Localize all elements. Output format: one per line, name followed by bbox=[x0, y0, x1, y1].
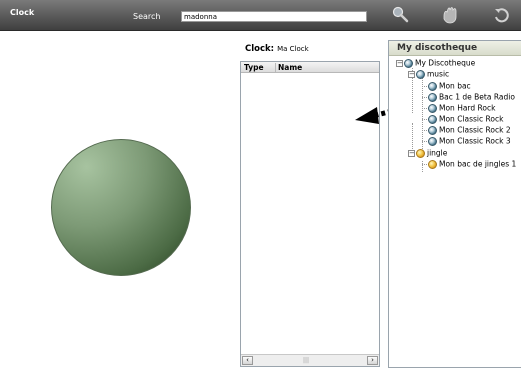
tree-connector bbox=[422, 119, 427, 120]
clock-name: Ma Clock bbox=[277, 45, 309, 53]
tree-node-label: music bbox=[427, 69, 450, 79]
tree-node-label: Mon Hard Rock bbox=[439, 103, 496, 113]
disc-icon bbox=[428, 114, 437, 124]
jingle-disc-icon bbox=[416, 148, 425, 158]
scroll-right-button[interactable]: › bbox=[367, 356, 378, 365]
jingle-disc-icon bbox=[428, 159, 437, 169]
tree-node-music-item[interactable]: Mon Classic Rock 2 bbox=[428, 125, 511, 135]
tree-node-music-item[interactable]: Bac 1 de Beta Radio bbox=[428, 92, 515, 102]
tree-node-music-item[interactable]: Mon Classic Rock bbox=[428, 114, 503, 124]
scroll-left-button[interactable]: ‹ bbox=[242, 356, 253, 365]
disc-icon bbox=[428, 92, 437, 102]
search-input[interactable] bbox=[181, 11, 367, 22]
tree-node-music-item[interactable]: Mon Hard Rock bbox=[428, 103, 495, 113]
column-header-type[interactable]: Type bbox=[244, 63, 264, 72]
tree-connector bbox=[422, 97, 427, 98]
hand-icon[interactable] bbox=[438, 4, 462, 26]
tree-node-music-item[interactable]: Mon Classic Rock 3 bbox=[428, 136, 511, 146]
top-toolbar: Clock Search bbox=[0, 0, 521, 31]
tree-node-label: jingle bbox=[427, 148, 448, 158]
app-title: Clock bbox=[10, 8, 35, 17]
disc-icon bbox=[428, 136, 437, 146]
tree-node-label: Bac 1 de Beta Radio bbox=[439, 92, 515, 102]
column-header-name[interactable]: Name bbox=[275, 63, 302, 72]
tree-node-label: Mon Classic Rock 3 bbox=[439, 136, 511, 146]
tree-collapse-jingle-toggle[interactable]: − bbox=[408, 150, 415, 157]
tree-connector bbox=[422, 161, 423, 172]
disc-icon bbox=[416, 69, 425, 79]
search-icon[interactable] bbox=[389, 4, 413, 26]
tree-connector bbox=[422, 108, 427, 109]
list-header: Type Name bbox=[241, 62, 379, 73]
tree-node-jingle-item[interactable]: Mon bac de jingles 1 bbox=[428, 159, 516, 169]
disc-icon bbox=[404, 58, 413, 68]
discotheque-title: My discotheque bbox=[397, 43, 478, 53]
tree-node-music-item[interactable]: Mon bac bbox=[428, 81, 471, 91]
tree-node-jingle[interactable]: jingle bbox=[416, 148, 447, 158]
tree-connector bbox=[422, 78, 423, 149]
tree-node-root[interactable]: My Discotheque bbox=[404, 58, 475, 68]
disc-icon bbox=[428, 103, 437, 113]
tree-node-label: My Discotheque bbox=[415, 58, 476, 68]
tree-node-music[interactable]: music bbox=[416, 69, 449, 79]
tree-node-label: Mon bac de jingles 1 bbox=[439, 159, 517, 169]
clock-disc[interactable] bbox=[51, 139, 191, 276]
tree-connector bbox=[422, 130, 427, 131]
scroll-grip-icon[interactable]: ||| bbox=[303, 357, 309, 364]
discotheque-panel: My discotheque − My Discotheque − music … bbox=[388, 40, 521, 368]
clock-label: Clock: bbox=[245, 44, 275, 54]
clock-header: Clock: Ma Clock bbox=[245, 44, 309, 54]
tree-collapse-root-toggle[interactable]: − bbox=[396, 60, 403, 67]
disc-icon bbox=[428, 125, 437, 135]
disc-icon bbox=[428, 81, 437, 91]
tree-connector bbox=[422, 141, 427, 142]
tree-collapse-music-toggle[interactable]: − bbox=[408, 71, 415, 78]
tree-connector bbox=[422, 164, 427, 165]
tree-node-label: Mon Classic Rock bbox=[439, 114, 504, 124]
refresh-icon[interactable] bbox=[490, 4, 514, 26]
search-label: Search bbox=[133, 12, 161, 21]
horizontal-scrollbar[interactable]: ‹ ||| › bbox=[241, 354, 379, 366]
tree-node-label: Mon bac bbox=[439, 81, 471, 91]
tree-node-label: Mon Classic Rock 2 bbox=[439, 125, 511, 135]
discotheque-header: My discotheque bbox=[389, 41, 521, 56]
tree-connector bbox=[422, 86, 427, 87]
